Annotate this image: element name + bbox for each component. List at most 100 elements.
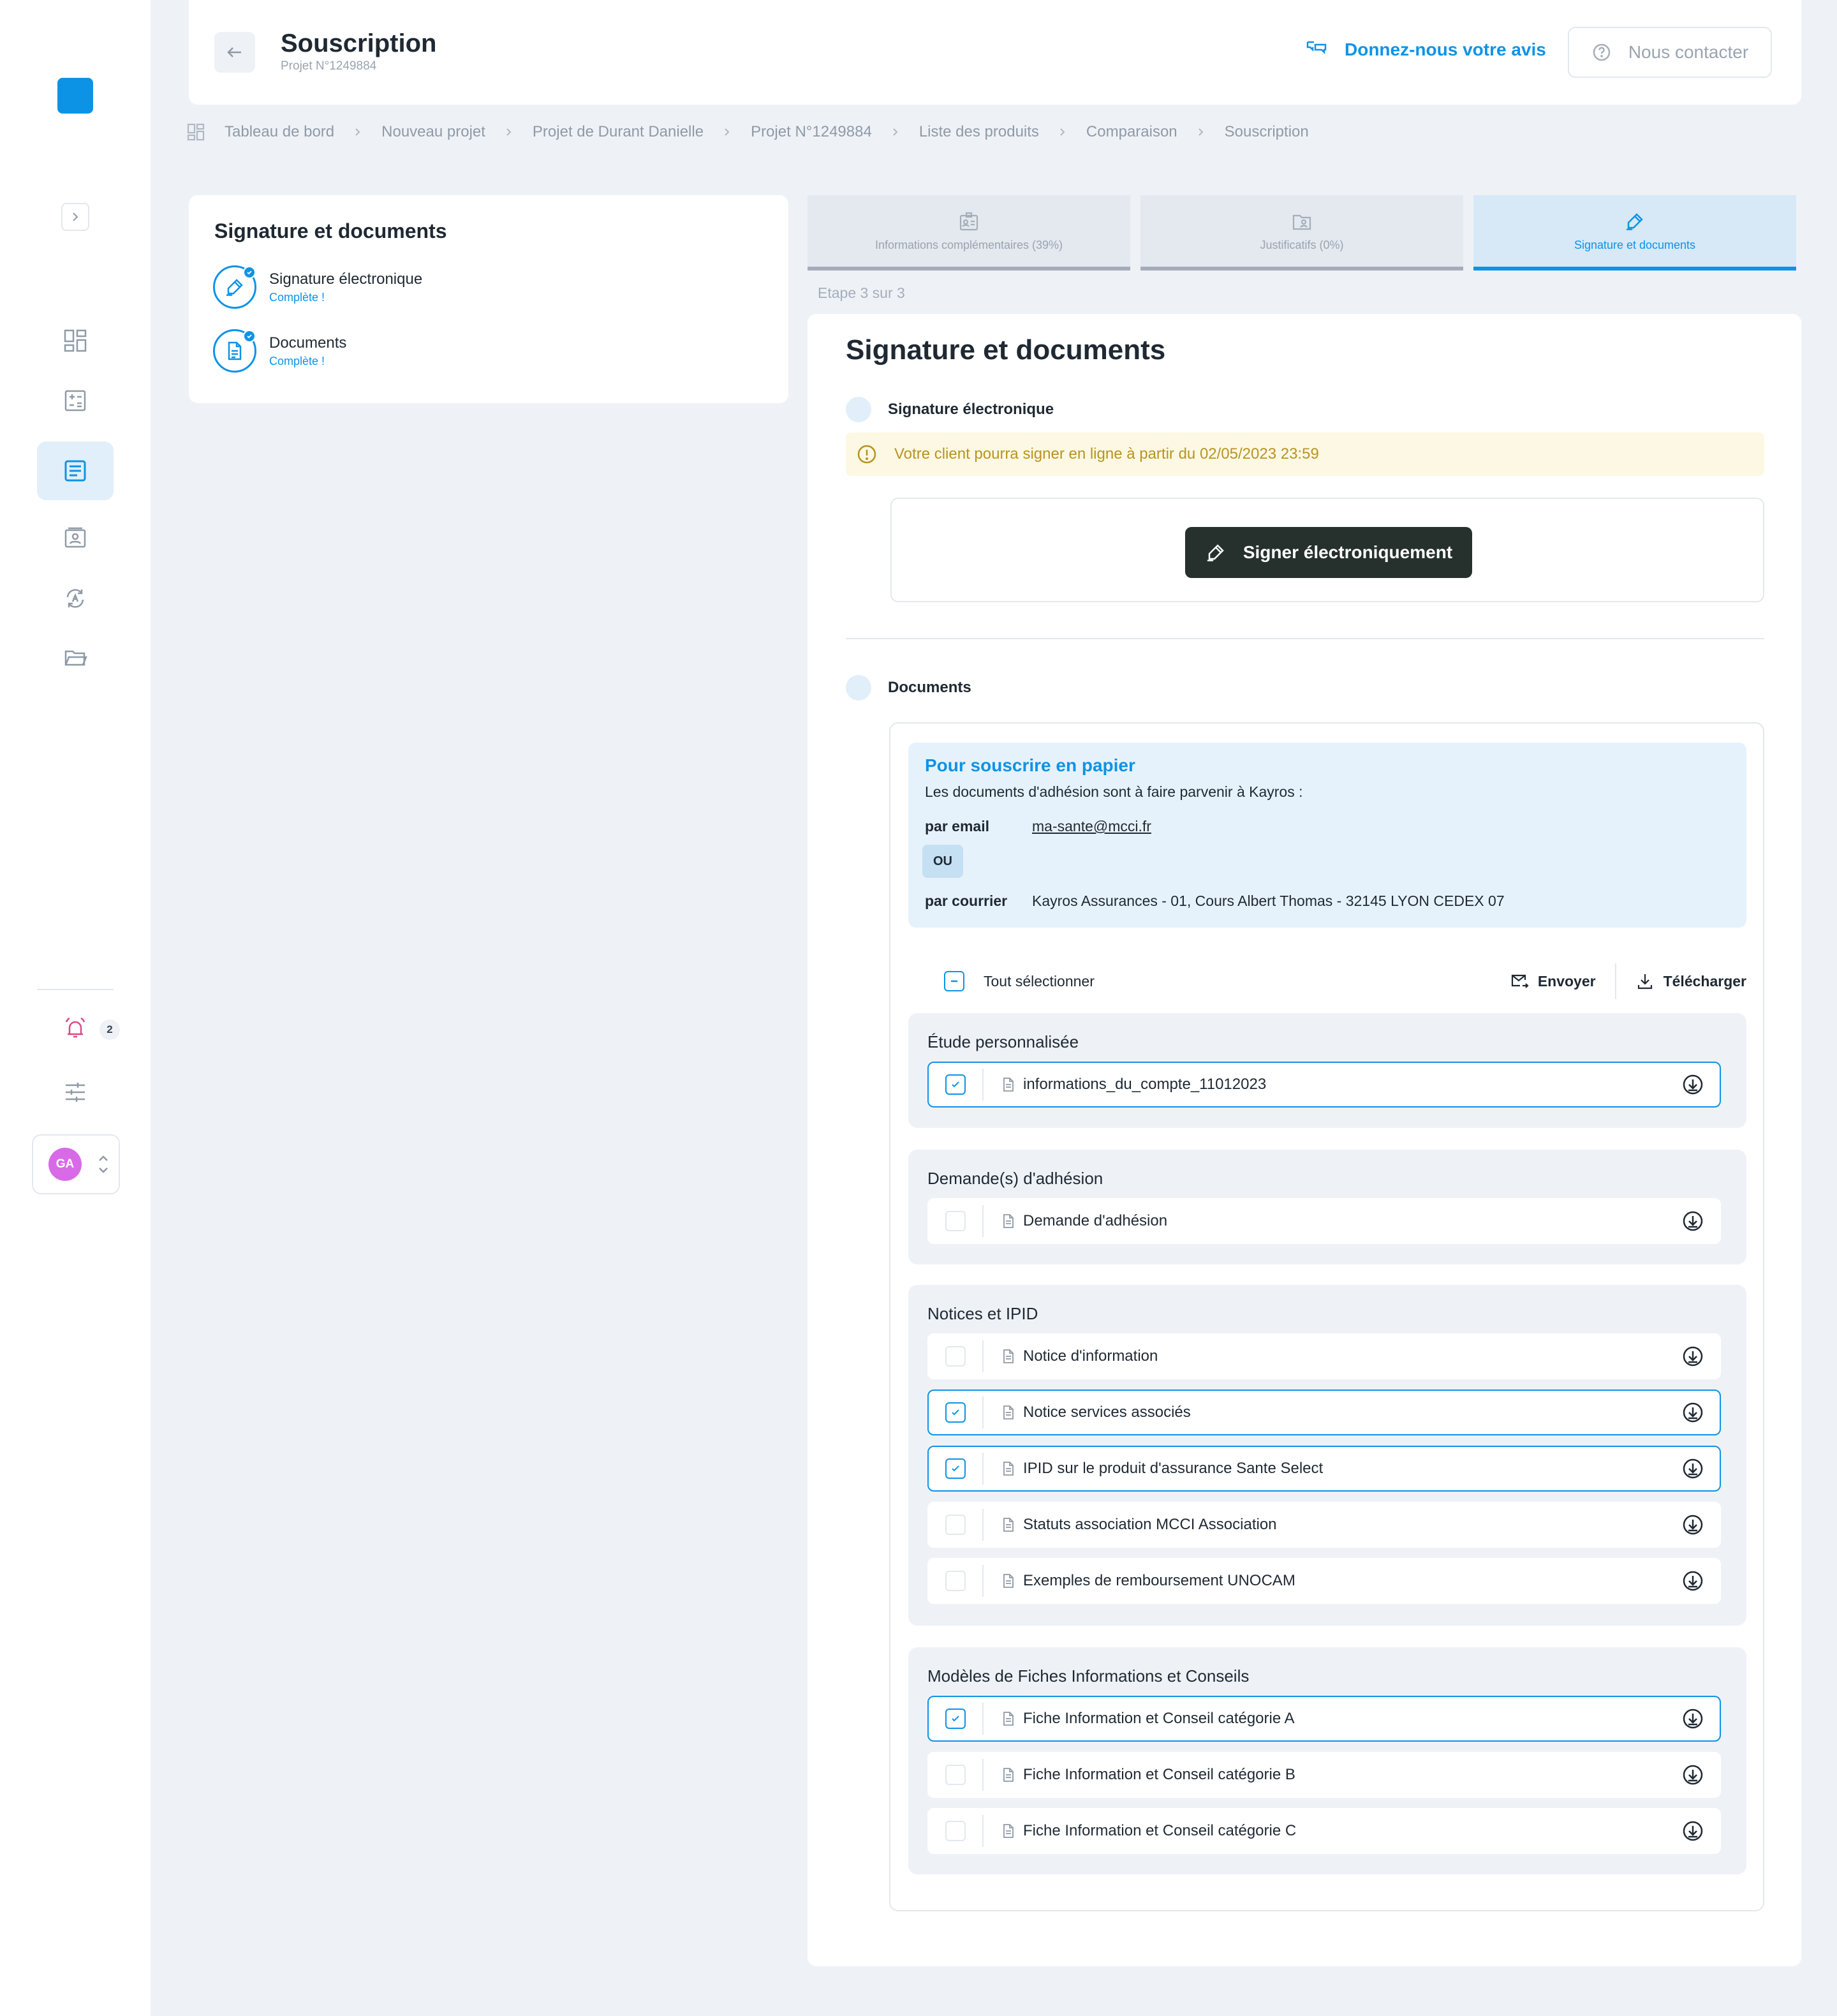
document-checkbox[interactable] [945, 1346, 966, 1367]
breadcrumb-item[interactable]: Comparaison [1086, 123, 1177, 141]
sync-icon [66, 589, 84, 608]
expand-sidebar-button[interactable] [61, 203, 89, 231]
document-checkbox[interactable] [945, 1515, 966, 1535]
document-name: Fiche Information et Conseil catégorie C [1023, 1822, 1297, 1839]
breadcrumb: Tableau de bord Nouveau projet Projet de… [186, 121, 1309, 143]
document-checkbox[interactable] [945, 1458, 966, 1479]
nav-calculator[interactable] [37, 371, 114, 430]
document-row[interactable]: Statuts association MCCI Association [927, 1502, 1721, 1548]
documents-box: Pour souscrire en papier Les documents d… [889, 722, 1764, 1911]
nav-documents[interactable] [37, 441, 114, 500]
download-circle-icon[interactable] [1681, 1820, 1704, 1842]
page-title: Souscription [281, 29, 437, 57]
breadcrumb-item[interactable]: Liste des produits [919, 123, 1039, 141]
nav-folder[interactable] [37, 628, 114, 686]
email-link[interactable]: ma-sante@mcci.fr [1032, 818, 1151, 835]
doc-group: Demande(s) d'adhésion Demande d'adhésion [908, 1150, 1746, 1264]
nav-contacts[interactable] [37, 509, 114, 568]
download-circle-icon[interactable] [1681, 1763, 1704, 1786]
check-icon [952, 1409, 959, 1416]
download-circle-icon[interactable] [1681, 1707, 1704, 1730]
user-menu[interactable]: GA [32, 1134, 120, 1194]
arrow-left-icon [227, 47, 241, 57]
email-label: par email [925, 818, 989, 834]
mail-label: par courrier [925, 893, 1008, 909]
page-header: Souscription Projet N°1249884 Donnez-nou… [189, 0, 1801, 105]
nav-dashboard[interactable] [37, 311, 114, 370]
file-icon [1003, 1078, 1014, 1092]
sidebar: 2 GA [0, 0, 151, 2016]
breadcrumb-item[interactable]: Projet N°1249884 [751, 123, 872, 141]
sign-electronically-button[interactable]: Signer électroniquement [1185, 527, 1472, 578]
document-checkbox[interactable] [945, 1821, 966, 1841]
tab-signature-documents[interactable]: Signature et documents [1473, 195, 1796, 271]
summary-item-signature[interactable]: Signature électronique Complète ! [213, 265, 422, 309]
document-name: informations_du_compte_11012023 [1023, 1076, 1267, 1093]
document-row[interactable]: Notice services associés [927, 1390, 1721, 1435]
check-icon [952, 1081, 959, 1088]
document-row[interactable]: Notice d'information [927, 1333, 1721, 1379]
tab-informations-complementaires[interactable]: Informations complémentaires (39%) [808, 195, 1130, 271]
signature-section-header: Signature électronique [846, 397, 1054, 422]
dashboard-icon [64, 329, 87, 352]
document-row[interactable]: IPID sur le produit d'assurance Sante Se… [927, 1446, 1721, 1492]
breadcrumb-item[interactable]: Tableau de bord [225, 123, 334, 141]
select-all[interactable]: Tout sélectionner [944, 962, 1095, 1000]
nav-sync[interactable] [37, 569, 114, 628]
select-all-label: Tout sélectionner [984, 972, 1095, 989]
download-circle-icon[interactable] [1681, 1210, 1704, 1233]
settings-button[interactable] [61, 1078, 89, 1106]
document-row[interactable]: Fiche Information et Conseil catégorie B [927, 1752, 1721, 1798]
notifications-button[interactable] [61, 1014, 89, 1042]
document-icon [228, 341, 242, 360]
feedback-link[interactable]: Donnez-nous votre avis [1305, 38, 1546, 61]
send-button[interactable]: Envoyer [1510, 972, 1596, 991]
summary-item-documents[interactable]: Documents Complète ! [213, 329, 346, 373]
feedback-label: Donnez-nous votre avis [1345, 40, 1546, 59]
document-checkbox[interactable] [945, 1402, 966, 1423]
file-icon [1003, 1824, 1014, 1838]
document-list-icon [64, 460, 86, 482]
doc-group-title: Demande(s) d'adhésion [927, 1169, 1103, 1188]
file-icon [1003, 1214, 1014, 1228]
download-circle-icon[interactable] [1681, 1513, 1704, 1536]
section-marker [846, 397, 871, 422]
section-marker [846, 675, 871, 700]
tab-label: Informations complémentaires (39%) [874, 238, 1063, 251]
contact-card-icon [64, 527, 86, 548]
document-checkbox[interactable] [945, 1765, 966, 1785]
section-divider [846, 638, 1764, 639]
document-row[interactable]: Fiche Information et Conseil catégorie A [927, 1696, 1721, 1742]
warning-circle-icon [857, 445, 876, 464]
signing-date-alert: Votre client pourra signer en ligne à pa… [846, 433, 1764, 476]
download-circle-icon[interactable] [1681, 1401, 1704, 1424]
document-row[interactable]: Demande d'adhésion [927, 1198, 1721, 1244]
document-checkbox[interactable] [945, 1074, 966, 1095]
doc-group: Modèles de Fiches Informations et Consei… [908, 1647, 1746, 1874]
document-row[interactable]: Fiche Information et Conseil catégorie C [927, 1808, 1721, 1854]
download-circle-icon[interactable] [1681, 1345, 1704, 1368]
email-row: par email ma-sante@mcci.fr [925, 818, 1151, 835]
document-checkbox[interactable] [945, 1708, 966, 1729]
tab-justificatifs[interactable]: Justificatifs (0%) [1140, 195, 1463, 271]
download-circle-icon[interactable] [1681, 1569, 1704, 1592]
folder-icon [64, 650, 87, 666]
download-circle-icon[interactable] [1681, 1457, 1704, 1480]
document-row[interactable]: informations_du_compte_11012023 [927, 1062, 1721, 1108]
breadcrumb-item[interactable]: Nouveau projet [381, 123, 485, 141]
app-logo[interactable] [57, 78, 93, 114]
contact-button[interactable]: Nous contacter [1568, 27, 1772, 78]
alert-text: Votre client pourra signer en ligne à pa… [894, 445, 1319, 463]
chevron-right-icon [1198, 128, 1204, 136]
signature-step-icon [213, 265, 256, 309]
document-checkbox[interactable] [945, 1211, 966, 1231]
back-button[interactable] [214, 32, 255, 73]
document-checkbox[interactable] [945, 1571, 966, 1591]
download-circle-icon[interactable] [1681, 1073, 1704, 1096]
select-all-checkbox[interactable] [944, 971, 964, 991]
paper-subscription-info: Pour souscrire en papier Les documents d… [908, 743, 1746, 928]
breadcrumb-item[interactable]: Projet de Durant Danielle [533, 123, 704, 141]
document-row[interactable]: Exemples de remboursement UNOCAM [927, 1558, 1721, 1604]
download-all-button[interactable]: Télécharger [1635, 972, 1746, 991]
document-name: IPID sur le produit d'assurance Sante Se… [1023, 1460, 1324, 1477]
